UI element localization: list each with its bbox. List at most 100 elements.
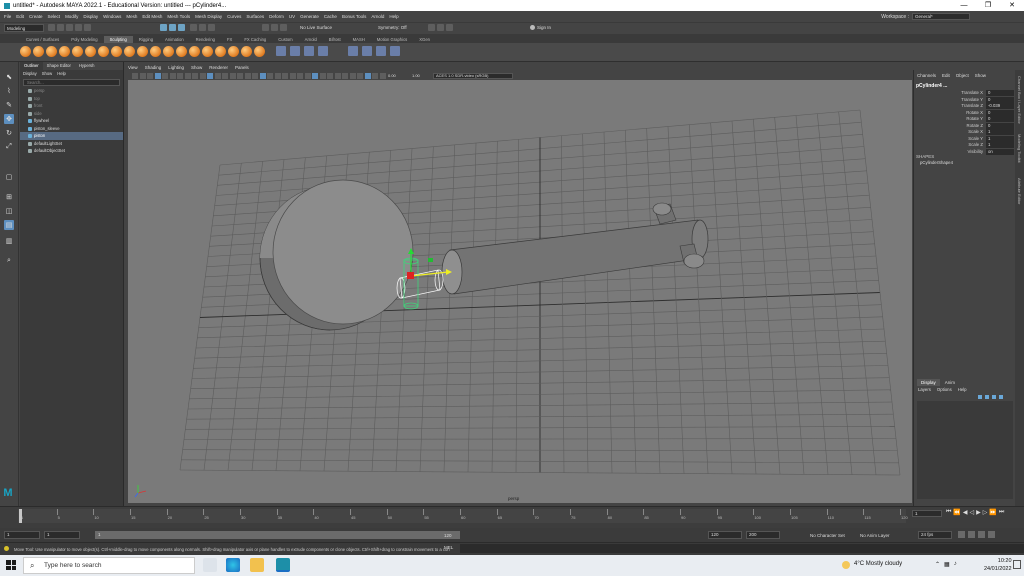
viewport-tool-icon[interactable] [222,73,228,79]
shelf-tab-motion-graphics[interactable]: Motion Graphics [371,36,414,43]
menu-display[interactable]: Display [83,14,98,19]
select-tool-icon[interactable]: ⬉ [4,72,14,82]
select-object-icon[interactable] [169,24,176,31]
viewport-tool-icon[interactable] [132,73,138,79]
anim-end-field[interactable]: 200 [746,531,780,539]
new-layer-icon[interactable] [978,395,982,399]
shelf-tab-bifrost[interactable]: Bifrost [323,36,347,43]
move-tool-icon[interactable]: ✥ [4,114,14,124]
shelf-tab-custom[interactable]: Custom [272,36,298,43]
shelf-tab-rigging[interactable]: Rigging [133,36,159,43]
playback-start-field[interactable]: 1 [44,531,80,539]
command-line-input[interactable] [460,544,1024,553]
viewport-tool-icon[interactable] [237,73,243,79]
menu-file[interactable]: File [4,14,11,19]
fps-dropdown[interactable]: 24 fps [918,531,952,539]
workspace-dropdown[interactable]: General* [912,13,970,20]
menu-mesh-tools[interactable]: Mesh Tools [167,14,190,19]
cb-menu-show[interactable]: Show [975,73,986,78]
key-icon[interactable] [968,531,975,538]
outliner-item-defaultobjectset[interactable]: defaultObjectSet [20,147,123,155]
menu-surfaces[interactable]: Surfaces [246,14,264,19]
menu-mesh[interactable]: Mesh [126,14,137,19]
current-time-indicator[interactable] [19,509,22,523]
snap-grid-icon[interactable] [262,24,269,31]
viewport-tool-icon[interactable] [349,73,356,79]
menu-select[interactable]: Select [48,14,61,19]
taskbar-search-input[interactable]: Type here to search [23,557,195,574]
outliner-menu-display[interactable]: Display [23,71,37,77]
mask-face-icon[interactable] [208,24,215,31]
sculpt-brush-icon[interactable] [254,46,265,57]
scale-tool-icon[interactable]: ⤢ [4,142,14,152]
step-forward-icon[interactable]: ▷ [983,509,988,516]
shape-name[interactable]: pCylinderShape4 [920,160,953,165]
far-clip-value[interactable]: 1.00 [412,73,420,78]
sculpt-brush-icon[interactable] [202,46,213,57]
step-back-key-icon[interactable]: ⏪ [953,509,960,516]
shelf-tab-fx[interactable]: FX [221,36,238,43]
tab-hypershade[interactable]: Hypersh [75,62,99,70]
no-live-surface-label[interactable]: No Live Surface [300,25,332,30]
menu-bonus-tools[interactable]: Bonus Tools [342,14,366,19]
tab-anim-layers[interactable]: Anim [941,379,959,386]
layer-menu-help[interactable]: Help [958,387,967,392]
color-space-dropdown[interactable]: ACES 1.0 SDR-video (sRGB) [433,73,513,79]
go-to-end-icon[interactable]: ⏭ [999,509,1004,516]
menu-windows[interactable]: Windows [103,14,121,19]
taskbar-clock[interactable]: 10:20 24/01/2022 [984,557,1012,573]
shelf-tab-arnold[interactable]: Arnold [299,36,323,43]
sculpt-brush-icon[interactable] [85,46,96,57]
time-slider-track[interactable]: 1 5 10 15 20 25 30 35 40 45 50 55 60 65 70 75 80 85 90 95 10… [18,509,908,523]
audio-icon[interactable] [978,531,985,538]
current-frame-field[interactable]: 1 [912,510,942,517]
shelf-tab-poly-modeling[interactable]: Poly Modeling [65,36,103,43]
menu-create[interactable]: Create [29,14,43,19]
outliner-search-input[interactable]: Search... [23,79,120,86]
viewport-tool-icon[interactable] [207,73,213,79]
sculpt-tool-icon[interactable] [304,46,314,56]
viewport-tool-icon[interactable] [162,73,168,79]
viewport-tool-icon[interactable] [267,73,273,79]
outliner-item-defaultlightset[interactable]: defaultLightSet [20,140,123,148]
windows-start-icon[interactable] [6,560,16,570]
viewport-tool-icon[interactable] [282,73,288,79]
viewport-tool-icon[interactable] [192,73,198,79]
viewport-tool-icon[interactable] [304,73,311,79]
layer-down-icon[interactable] [999,395,1003,399]
file-explorer-icon[interactable] [250,558,264,572]
sculpt-brush-icon[interactable] [124,46,135,57]
viewport-tool-icon[interactable] [259,73,266,79]
viewport-persp[interactable] [128,80,912,503]
sculpt-brush-icon[interactable] [111,46,122,57]
lasso-tool-icon[interactable]: ⌇ [4,86,14,96]
viewport-tool-icon[interactable] [297,73,303,79]
step-back-icon[interactable]: ◀ [963,509,968,516]
tray-chevron-icon[interactable]: ⌃ [935,561,940,568]
menu-set-dropdown[interactable]: Modeling [4,24,44,32]
cb-menu-object[interactable]: Object [956,73,969,78]
save-scene-icon[interactable] [66,24,73,31]
shelf-tab-curves-surfaces[interactable]: Curves / Surfaces [20,36,65,43]
mel-label[interactable]: MEL [444,545,453,550]
step-forward-key-icon[interactable]: ⏩ [989,509,996,516]
dock-tab-modeling-toolkit[interactable]: Modeling Toolkit [1017,134,1022,163]
attr-value-field[interactable]: 0 [986,96,1014,103]
sculpt-tool-icon[interactable] [348,46,358,56]
menu-mesh-display[interactable]: Mesh Display [195,14,222,19]
menu-generate[interactable]: Generate [300,14,319,19]
attr-value-field[interactable]: -0.039 [986,103,1014,109]
attr-value-field[interactable]: 0 [986,90,1014,96]
viewport-tool-icon[interactable] [252,73,258,79]
ipr-render-icon[interactable] [437,24,444,31]
layer-menu-options[interactable]: Options [937,387,952,392]
viewport-tool-icon[interactable] [177,73,183,79]
viewport-tool-icon[interactable] [379,73,386,79]
shelf-tab-mash[interactable]: MASH [347,36,371,43]
attr-value-field[interactable]: 1 [986,135,1014,142]
shelf-tab-rendering[interactable]: Rendering [190,36,221,43]
outliner-item-top[interactable]: top [20,95,123,103]
render-icon[interactable] [428,24,435,31]
close-button[interactable]: ✕ [1000,0,1024,11]
sculpt-brush-icon[interactable] [33,46,44,57]
